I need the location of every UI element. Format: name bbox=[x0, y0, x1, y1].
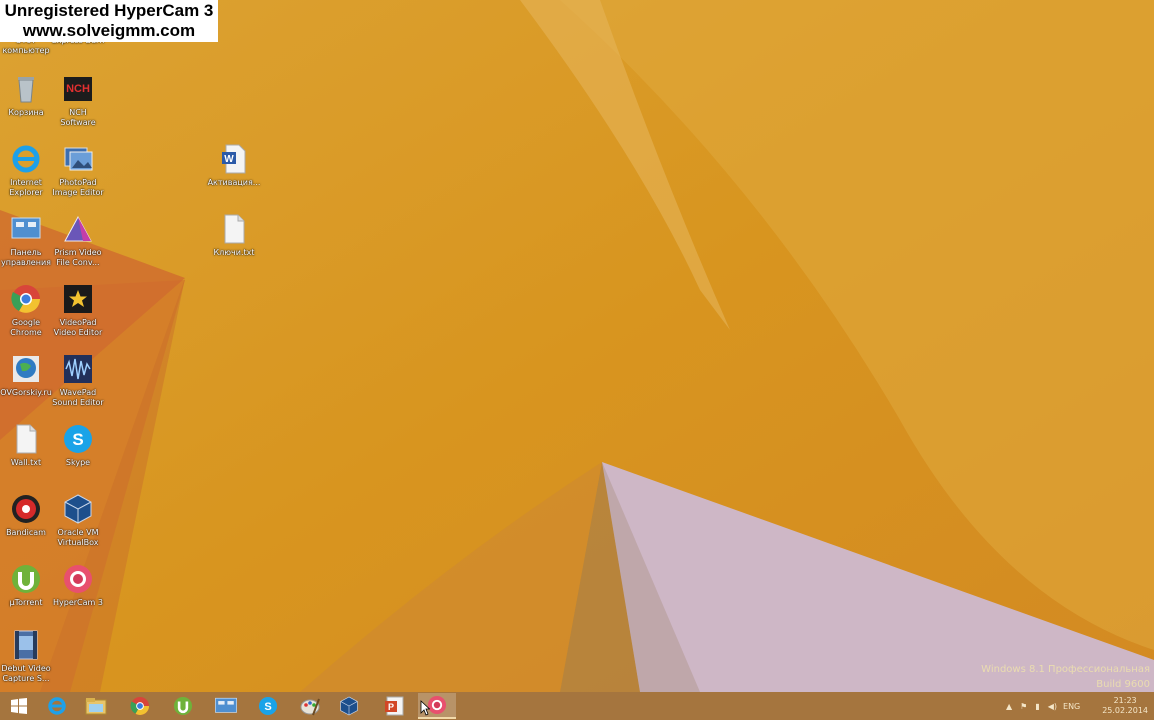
wavepad-icon bbox=[64, 355, 92, 383]
text-file-icon bbox=[224, 214, 245, 244]
utorrent-icon bbox=[173, 696, 193, 716]
desktop-icon-label: VideoPad Video Editor bbox=[53, 318, 103, 337]
desktop-icon-label: WavePad Sound Editor bbox=[52, 388, 104, 407]
desktop-icon-skype[interactable]: S Skype bbox=[48, 422, 108, 468]
svg-text:S: S bbox=[72, 430, 83, 449]
desktop-icon-keys-txt[interactable]: Ключи.txt bbox=[204, 212, 264, 258]
svg-text:NCH: NCH bbox=[66, 83, 90, 95]
network-signal-icon[interactable]: ▮ bbox=[1035, 702, 1039, 711]
internet-explorer-icon bbox=[48, 697, 66, 715]
utorrent-icon bbox=[12, 565, 40, 593]
action-center-flag-icon[interactable]: ⚑ bbox=[1020, 702, 1027, 711]
desktop-icon-label: Активация... bbox=[207, 178, 261, 187]
desktop-icon-label: Debut Video Capture S... bbox=[1, 664, 51, 683]
desktop-icon-prism[interactable]: Prism Video File Conv... bbox=[48, 212, 108, 268]
prism-icon bbox=[64, 215, 92, 242]
taskbar-virtualbox-button[interactable] bbox=[330, 693, 368, 719]
clock-date: 25.02.2014 bbox=[1102, 706, 1148, 715]
edition-build: Build 9600 bbox=[1096, 679, 1150, 690]
wallpaper bbox=[0, 0, 1154, 692]
taskbar-paint-button[interactable] bbox=[291, 693, 329, 719]
watermark-line-1: Unregistered HyperCam 3 bbox=[4, 1, 214, 20]
bandicam-icon bbox=[12, 495, 40, 523]
taskbar-powerpoint-button[interactable]: P bbox=[376, 693, 414, 719]
watermark-line-2: www.solveigmm.com bbox=[22, 21, 196, 40]
taskbar: S P ▲ ⚑ ▮ ◀) ENG 21:23 25.02.2014 bbox=[0, 692, 1154, 720]
system-tray: ▲ ⚑ ▮ ◀) ENG bbox=[1006, 692, 1080, 720]
file-explorer-icon bbox=[85, 698, 107, 715]
globe-shortcut-icon bbox=[13, 356, 39, 382]
volume-icon[interactable]: ◀) bbox=[1048, 702, 1057, 711]
photopad-icon bbox=[64, 147, 93, 171]
internet-explorer-icon bbox=[12, 145, 40, 173]
desktop-icon-activation[interactable]: W Активация... bbox=[204, 142, 264, 188]
control-panel-icon bbox=[215, 697, 237, 713]
svg-text:S: S bbox=[264, 701, 271, 713]
nch-logo-icon: NCH bbox=[64, 77, 92, 101]
desktop-icon-label: NCH Software bbox=[60, 108, 96, 127]
skype-icon: S bbox=[64, 425, 92, 453]
control-panel-icon bbox=[11, 217, 41, 239]
desktop: Этот компьютер Корзина Internet Explorer… bbox=[0, 0, 1154, 692]
desktop-icon-label: Oracle VM VirtualBox bbox=[57, 528, 99, 547]
start-button[interactable] bbox=[0, 693, 38, 719]
powerpoint-icon: P bbox=[385, 696, 404, 716]
tray-overflow-chevron-icon[interactable]: ▲ bbox=[1006, 702, 1012, 711]
debut-icon bbox=[14, 630, 38, 660]
skype-icon: S bbox=[258, 696, 278, 716]
recorder-watermark: Unregistered HyperCam 3 www.solveigmm.co… bbox=[0, 0, 218, 42]
virtualbox-icon bbox=[340, 696, 358, 716]
tray-clock[interactable]: 21:23 25.02.2014 bbox=[1102, 696, 1148, 716]
desktop-icon-videopad[interactable]: VideoPad Video Editor bbox=[48, 282, 108, 338]
desktop-icon-wavepad[interactable]: WavePad Sound Editor bbox=[48, 352, 108, 408]
edition-name: Windows 8.1 Профессиональная bbox=[981, 664, 1150, 675]
mouse-pointer-icon bbox=[420, 700, 430, 716]
windows-edition-watermark: Windows 8.1 Профессиональная Build 9600 bbox=[981, 662, 1150, 692]
desktop-icon-label: HyperCam 3 bbox=[53, 598, 103, 607]
taskbar-ie-button[interactable] bbox=[38, 693, 76, 719]
desktop-icon-nch-software[interactable]: NCH NCH Software bbox=[48, 72, 108, 128]
paint-icon bbox=[300, 698, 320, 716]
word-document-icon: W bbox=[222, 144, 246, 174]
desktop-icon-label: Skype bbox=[65, 458, 91, 467]
desktop-icon-label: Ключи.txt bbox=[213, 248, 255, 257]
taskbar-control-panel-button[interactable] bbox=[207, 693, 245, 719]
taskbar-skype-button[interactable]: S bbox=[249, 693, 287, 719]
desktop-icon-virtualbox[interactable]: Oracle VM VirtualBox bbox=[48, 492, 108, 548]
windows-start-icon bbox=[11, 698, 27, 714]
taskbar-utorrent-button[interactable] bbox=[164, 693, 202, 719]
virtualbox-icon bbox=[64, 494, 92, 524]
text-file-icon bbox=[16, 424, 37, 454]
desktop-icon-photopad[interactable]: PhotoPad Image Editor bbox=[48, 142, 108, 198]
language-indicator[interactable]: ENG bbox=[1063, 702, 1080, 711]
videopad-icon bbox=[64, 285, 92, 313]
chrome-icon bbox=[11, 285, 40, 313]
desktop-icon-hypercam[interactable]: HyperCam 3 bbox=[48, 562, 108, 608]
svg-text:W: W bbox=[224, 154, 234, 165]
clock-time: 21:23 bbox=[1113, 696, 1137, 705]
desktop-icon-label: PhotoPad Image Editor bbox=[52, 178, 104, 197]
desktop-icon-debut[interactable]: Debut Video Capture S... bbox=[0, 628, 56, 684]
chrome-icon bbox=[130, 696, 150, 716]
taskbar-explorer-button[interactable] bbox=[77, 693, 115, 719]
hypercam-icon bbox=[64, 565, 92, 593]
svg-text:P: P bbox=[388, 702, 394, 712]
recycle-bin-icon bbox=[18, 77, 34, 103]
desktop-icon-label: Prism Video File Conv... bbox=[54, 248, 102, 267]
taskbar-chrome-button[interactable] bbox=[121, 693, 159, 719]
